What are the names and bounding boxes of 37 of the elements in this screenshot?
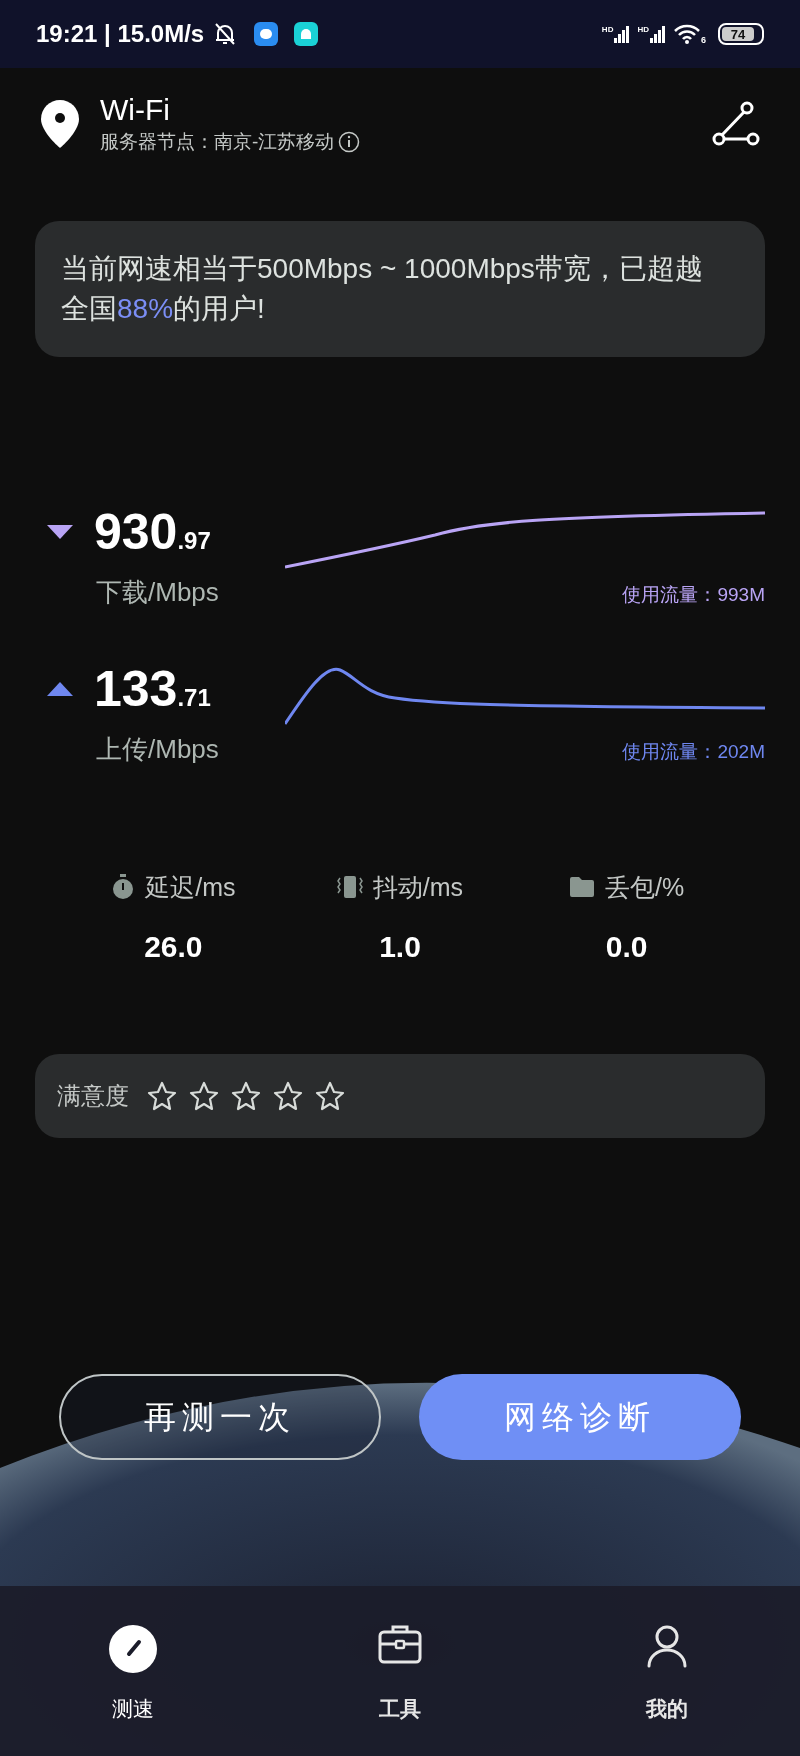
speed-value: 133.71 [94, 663, 211, 714]
speed-unit: 下载/Mbps [96, 575, 220, 609]
nav-tab[interactable]: 我的 [533, 1624, 800, 1724]
stat-value: 1.0 [379, 929, 421, 965]
speed-value: 930.97 [94, 506, 211, 557]
retest-button[interactable]: 再测一次 [59, 1374, 381, 1460]
network-title: Wi-Fi [100, 92, 171, 128]
star-rating[interactable] [147, 1081, 345, 1111]
stat-label: 延迟/ms [145, 871, 236, 903]
star-icon[interactable] [315, 1081, 345, 1111]
star-icon[interactable] [273, 1081, 303, 1111]
nav-tab[interactable]: 工具 [266, 1624, 534, 1724]
battery-indicator: 74 [718, 23, 764, 45]
summary-text: 当前网速相当于500Mbps ~ 1000Mbps带宽，已超越全国88%的用户! [61, 251, 704, 326]
traffic-used-text: 使用流量：993M [622, 582, 765, 607]
stat-label: 丢包/% [605, 871, 685, 903]
speed-unit: 上传/Mbps [96, 732, 220, 766]
star-icon[interactable] [147, 1081, 177, 1111]
app-icon [254, 22, 279, 46]
app-icon [294, 22, 319, 46]
stopwatch-icon [111, 874, 136, 901]
briefcase-icon [378, 1624, 422, 1664]
folder-icon [569, 876, 596, 899]
rating-label: 满意度 [57, 1081, 129, 1111]
server-node-text: 服务器节点：南京-江苏移动 [100, 130, 335, 154]
nav-tab[interactable]: 测速 [0, 1624, 267, 1724]
info-icon[interactable] [338, 131, 361, 154]
route-icon[interactable] [712, 101, 760, 148]
star-icon[interactable] [189, 1081, 219, 1111]
traffic-used-text: 使用流量：202M [622, 739, 765, 764]
stat-value: 0.0 [605, 929, 648, 965]
vibration-icon [336, 875, 363, 900]
location-pin-icon [40, 99, 80, 150]
status-time-speed: 19:21 | 15.0M/s [36, 19, 205, 49]
stat-label: 抖动/ms [372, 871, 464, 903]
star-icon[interactable] [231, 1081, 261, 1111]
stat-value: 26.0 [144, 929, 203, 965]
